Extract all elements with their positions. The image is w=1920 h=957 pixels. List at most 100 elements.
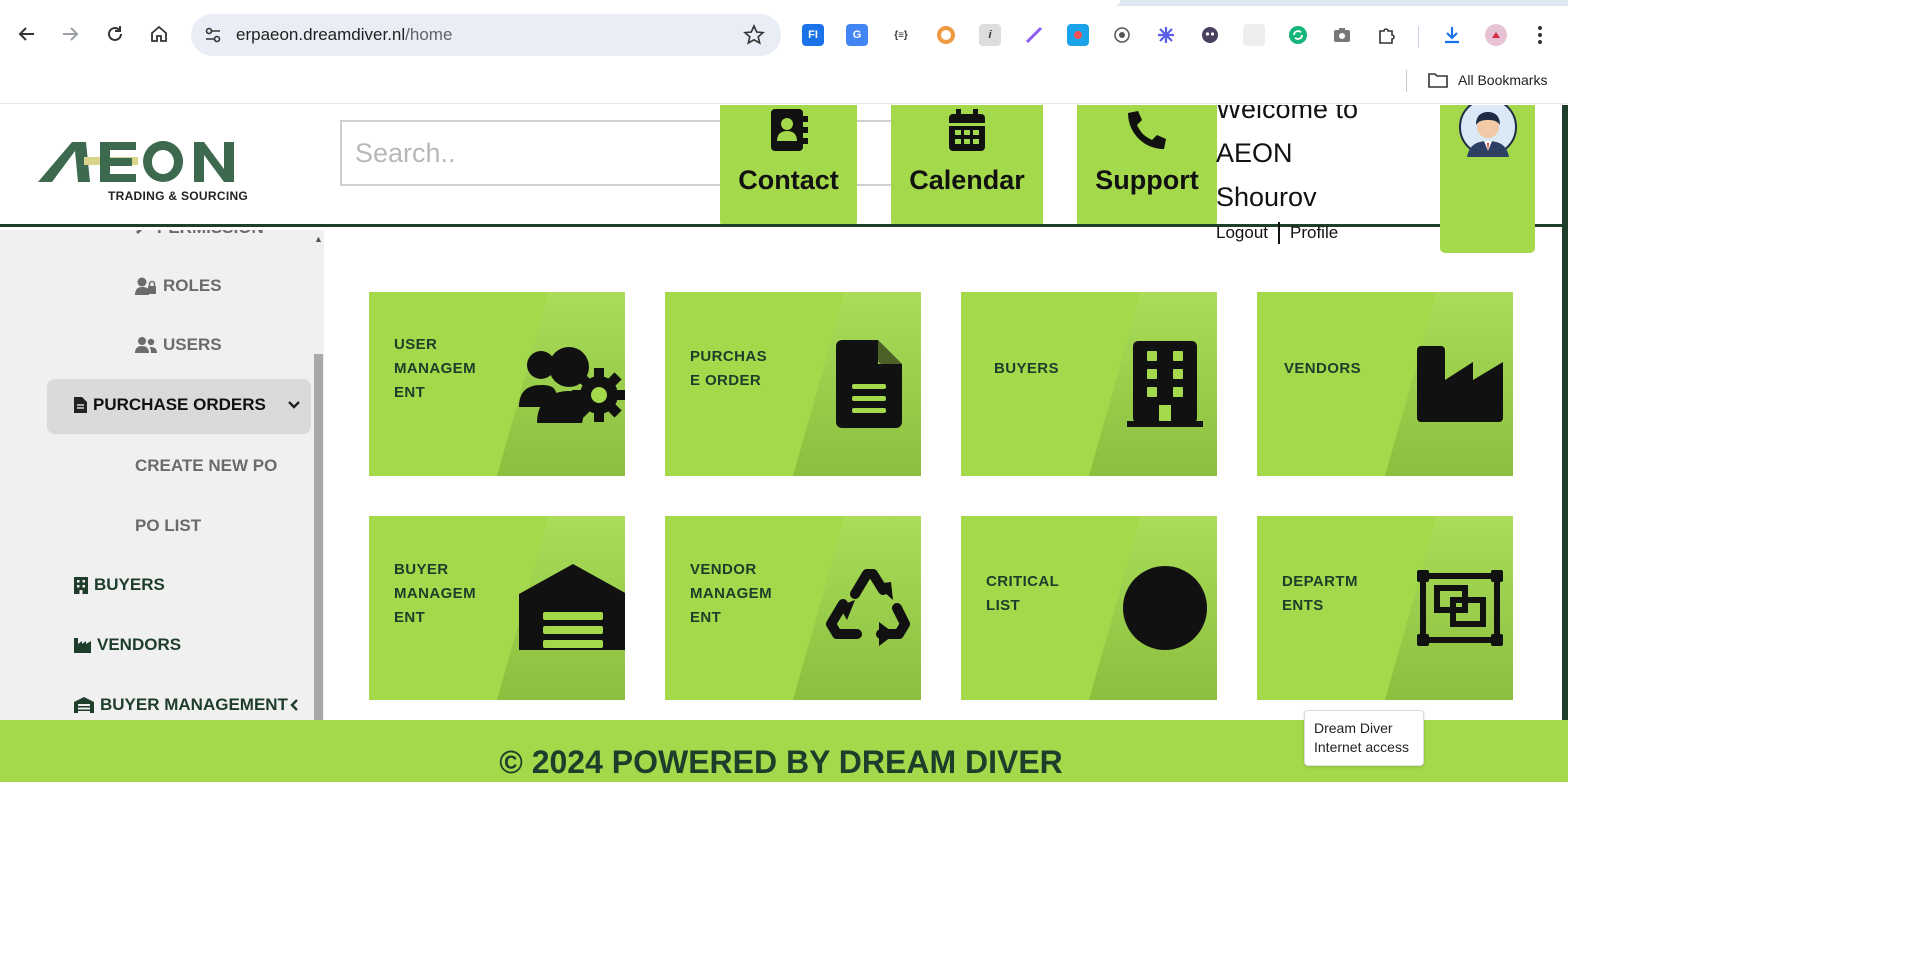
extension-pen-icon[interactable] [1023, 24, 1045, 46]
tooltip-line: Dream Diver [1314, 720, 1393, 736]
reload-icon [108, 26, 122, 41]
card-label: VENDOR MANAGEM ENT [690, 561, 772, 626]
document-icon [74, 397, 87, 413]
user-avatar[interactable] [1459, 105, 1517, 157]
toolbar-separator [1418, 26, 1419, 48]
sidebar-item-label: ROLES [163, 276, 222, 295]
profile-avatar-icon[interactable] [1485, 24, 1507, 46]
tooltip-line: Internet access [1314, 739, 1409, 755]
sidebar-item-permission[interactable]: PERMISSION [135, 230, 264, 238]
sidebar-item-label: PO LIST [135, 516, 202, 535]
sidebar-item-label: BUYERS [94, 575, 165, 594]
sidebar-item-create-new-po[interactable]: CREATE NEW PO [135, 456, 277, 476]
calendar-icon [949, 109, 985, 151]
calendar-button[interactable]: Calendar [891, 105, 1043, 224]
object-group-icon [1417, 570, 1503, 646]
welcome-line: Welcome to [1216, 105, 1359, 124]
sidebar-item-buyers[interactable]: BUYERS [74, 575, 165, 595]
bookmark-star-icon[interactable] [743, 24, 765, 46]
card-critical-list[interactable]: CRITICAL LIST [961, 516, 1217, 700]
sidebar-item-vendors[interactable]: VENDORS [74, 635, 181, 655]
aeon-logo-mark [38, 141, 234, 182]
sidebar-item-buyer-management[interactable]: BUYER MANAGEMENT [74, 695, 288, 715]
download-icon[interactable] [1441, 24, 1463, 46]
card-departments[interactable]: DEPARTM ENTS [1257, 516, 1513, 700]
industry-icon [74, 637, 91, 653]
extensions-puzzle-icon[interactable] [1375, 24, 1397, 46]
card-user-management[interactable]: USER MANAGEM ENT [369, 292, 625, 476]
site-info-icon[interactable] [203, 25, 223, 45]
support-button[interactable]: Support [1077, 105, 1217, 224]
card-buyers[interactable]: BUYERS [961, 292, 1217, 476]
card-label: PURCHAS E ORDER [690, 348, 767, 389]
sidebar-item-label: BUYER MANAGEMENT [100, 695, 288, 714]
card-label: VENDORS [1284, 360, 1361, 377]
sidebar-item-label: PERMISSION [157, 230, 264, 238]
sidebar-item-label: USERS [163, 335, 222, 354]
key-icon [135, 230, 143, 235]
sidebar-scrollbar-thumb[interactable] [314, 354, 323, 720]
building-icon [1127, 341, 1203, 427]
bookmarks-bar: All Bookmarks [0, 64, 1568, 104]
extension-target-icon[interactable] [1111, 24, 1133, 46]
network-tooltip: Dream Diver Internet access [1304, 710, 1424, 766]
user-avatar-panel [1440, 105, 1535, 253]
card-buyer-management[interactable]: BUYER MANAGEM ENT [369, 516, 625, 700]
extension-info-icon[interactable]: i [979, 24, 1001, 46]
extension-face-icon[interactable] [1199, 24, 1221, 46]
extension-json-icon[interactable]: {≡} [890, 24, 912, 46]
card-vendor-management[interactable]: VENDOR MANAGEM ENT [665, 516, 921, 700]
dashboard-content: USERMANAGEMENT PURCHASE ORDER BUYERS [324, 230, 1562, 720]
extension-color-icon[interactable] [935, 24, 957, 46]
card-label: USER MANAGEM ENT [394, 336, 476, 401]
extension-camera-icon[interactable] [1331, 24, 1353, 46]
sidebar-item-roles[interactable]: ROLES [135, 276, 222, 296]
all-bookmarks-link[interactable]: All Bookmarks [1458, 72, 1547, 88]
logo-tagline: TRADING & SOURCING [108, 189, 249, 203]
user-links: Logout Profile [1216, 222, 1338, 244]
profile-link[interactable]: Profile [1290, 223, 1338, 243]
extension-translate-icon[interactable]: G [846, 24, 868, 46]
page-scrollbar[interactable] [1562, 105, 1568, 720]
address-book-icon [770, 109, 808, 151]
card-vendors[interactable]: VENDORS [1257, 292, 1513, 476]
browser-toolbar: erpaeon.dreamdiver.nl/home FI G {≡} i [0, 6, 1568, 64]
user-lock-icon [135, 277, 156, 295]
scroll-up-arrow[interactable]: ▲ [314, 234, 323, 244]
extension-fi-icon[interactable]: FI [802, 24, 824, 46]
card-purchase-order[interactable]: PURCHAS E ORDER [665, 292, 921, 476]
contact-button[interactable]: Contact [720, 105, 857, 224]
reload-button[interactable] [101, 20, 129, 48]
chevron-left-icon[interactable] [290, 699, 299, 711]
card-label: DEPARTM ENTS [1282, 573, 1358, 614]
extension-sync-icon[interactable] [1287, 24, 1309, 46]
extension-record-icon[interactable] [1067, 24, 1089, 46]
address-bar[interactable]: erpaeon.dreamdiver.nl/home [191, 14, 781, 56]
warehouse-icon [74, 697, 94, 713]
sidebar-item-users[interactable]: USERS [135, 335, 222, 355]
back-button[interactable] [13, 20, 41, 48]
logout-link[interactable]: Logout [1216, 223, 1268, 243]
sidebar-scrollbar[interactable] [313, 230, 324, 720]
home-button[interactable] [145, 20, 173, 48]
sidebar-item-po-list[interactable]: PO LIST [135, 516, 201, 536]
home-icon [151, 25, 167, 42]
card-label: BUYERS [994, 360, 1059, 377]
sidebar-item-purchase-orders[interactable]: PURCHASE ORDERS [74, 395, 266, 415]
aeon-logo[interactable]: TRADING & SOURCING [38, 137, 270, 207]
url-text: erpaeon.dreamdiver.nl/home [236, 25, 453, 44]
chevron-down-icon[interactable] [288, 400, 300, 410]
users-icon [135, 337, 157, 353]
extension-grid-icon[interactable] [1243, 24, 1265, 46]
file-lines-icon [836, 340, 902, 428]
forward-button[interactable] [56, 20, 84, 48]
card-label: CRITICAL LIST [986, 573, 1060, 614]
users-gear-icon [519, 347, 625, 423]
folder-icon [1428, 73, 1448, 88]
welcome-text: Welcome to AEON Shourov [1216, 105, 1426, 219]
browser-menu-icon[interactable] [1529, 24, 1551, 46]
extension-asterisk-icon[interactable] [1155, 24, 1177, 46]
site-header: TRADING & SOURCING Contact Calendar Supp… [0, 105, 1568, 227]
warehouse-icon [519, 564, 625, 650]
link-divider [1278, 222, 1280, 244]
